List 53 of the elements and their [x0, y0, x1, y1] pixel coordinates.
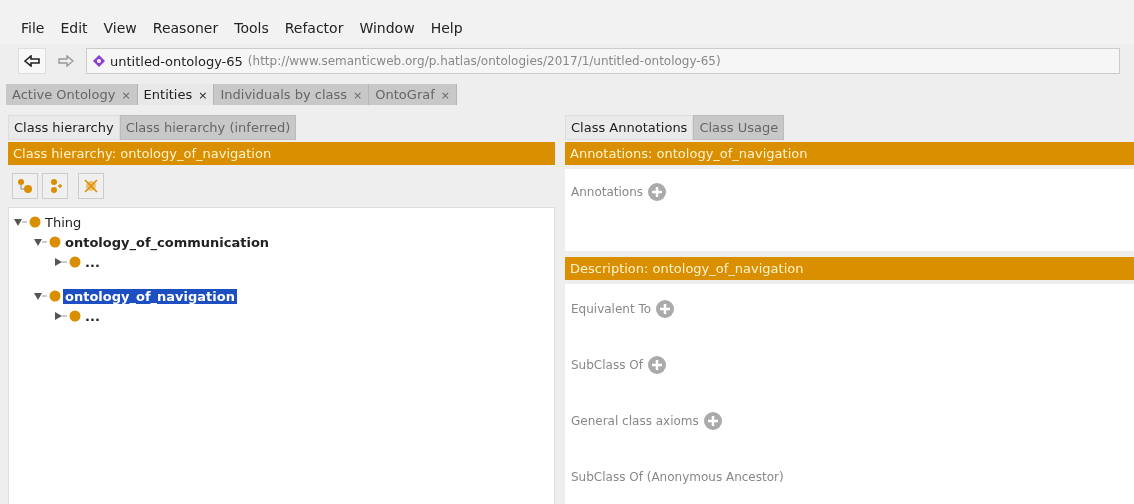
- add-subclass-icon: [17, 178, 33, 194]
- view-tab[interactable]: Class hierarchy (inferred): [119, 115, 297, 140]
- add-icon[interactable]: [647, 356, 666, 374]
- menu-item[interactable]: View: [96, 18, 144, 38]
- menu-item[interactable]: Reasoner: [145, 18, 226, 38]
- expanded-triangle-icon[interactable]: [33, 237, 47, 247]
- expanded-triangle-icon[interactable]: [13, 217, 27, 227]
- delete-class-icon: [83, 178, 99, 194]
- add-subclass-button[interactable]: [12, 173, 38, 199]
- menu-item[interactable]: Tools: [227, 18, 276, 38]
- add-icon[interactable]: [648, 183, 667, 201]
- ontology-address-field[interactable]: untitled-ontology-65 (http://www.semanticweb.org/p.hatlas/ontologies/2017/1/untitled-ontology-65): [86, 48, 1120, 74]
- section-label: General class axioms: [571, 414, 699, 428]
- class-dot-icon: [29, 216, 41, 228]
- add-icon[interactable]: [656, 300, 675, 318]
- menu-item[interactable]: Help: [423, 18, 470, 38]
- back-button[interactable]: [18, 48, 46, 74]
- collapsed-triangle-icon[interactable]: [53, 257, 67, 267]
- class-dot-icon: [49, 236, 61, 248]
- view-tab[interactable]: Class hierarchy: [8, 115, 120, 140]
- section-label: Annotations: [571, 185, 644, 199]
- expanded-triangle-icon[interactable]: [33, 291, 47, 301]
- menu-item[interactable]: File: [14, 18, 52, 38]
- tab[interactable]: Entities ×: [137, 84, 215, 105]
- menu-item[interactable]: Refactor: [277, 18, 351, 38]
- ontology-diamond-icon: [93, 55, 105, 67]
- panel-header: Class hierarchy: ontology_of_navigation: [8, 142, 555, 165]
- section-label: Equivalent To: [571, 302, 652, 316]
- view-tab[interactable]: Class Annotations: [565, 115, 694, 140]
- view-tab[interactable]: Class Usage: [693, 115, 785, 140]
- section-label: SubClass Of: [571, 358, 643, 372]
- back-arrow-icon: [24, 55, 40, 67]
- add-icon[interactable]: [703, 412, 722, 430]
- collapsed-triangle-icon[interactable]: [53, 311, 67, 321]
- class-dot-icon: [49, 290, 61, 302]
- panel-header: Annotations: ontology_of_navigation: [565, 142, 1134, 165]
- class-label[interactable]: ...: [83, 308, 102, 324]
- panel-header: Description: ontology_of_navigation: [565, 257, 1134, 280]
- delete-class-button[interactable]: [78, 173, 104, 199]
- class-dot-icon: [69, 256, 81, 268]
- class-label[interactable]: ontology_of_communication: [63, 234, 272, 250]
- menu-item[interactable]: Window: [352, 18, 422, 38]
- add-sibling-button[interactable]: [42, 173, 68, 199]
- tab[interactable]: Active Ontology ×: [6, 84, 138, 105]
- class-label[interactable]: ontology_of_navigation: [63, 288, 237, 304]
- tab[interactable]: Individuals by class ×: [214, 84, 370, 105]
- section-label: SubClass Of (Anonymous Ancestor): [571, 470, 784, 484]
- class-dot-icon: [69, 310, 81, 322]
- tab[interactable]: OntoGraf ×: [369, 84, 457, 105]
- menu-item[interactable]: Edit: [53, 18, 95, 38]
- forward-arrow-icon: [58, 55, 74, 67]
- class-label[interactable]: ...: [83, 254, 102, 270]
- class-label[interactable]: Thing: [43, 214, 84, 230]
